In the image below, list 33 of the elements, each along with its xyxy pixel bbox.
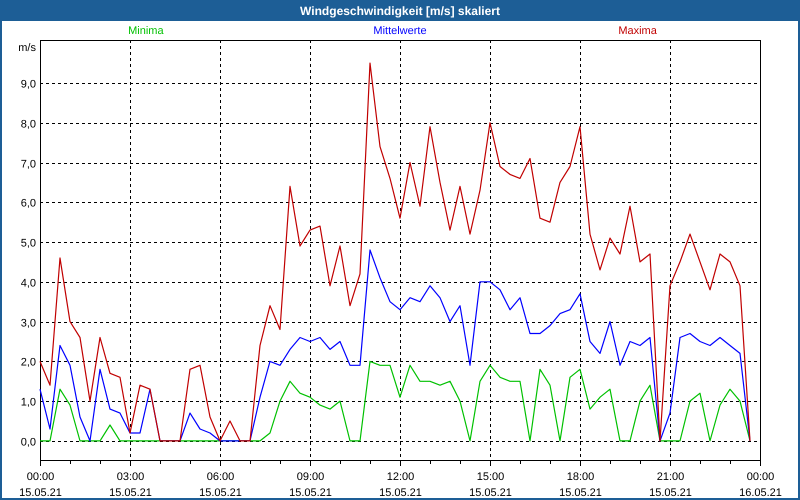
axis-tick-label: 8,0 xyxy=(20,118,36,130)
axis-tick-label: 06:00 xyxy=(206,471,234,483)
axis-tick-label: 09:00 xyxy=(296,471,324,483)
axis-tick-label: 0,0 xyxy=(20,436,36,448)
axis-tick-label: 03:00 xyxy=(116,471,144,483)
legend-label: Mittelwerte xyxy=(373,25,427,37)
legend-label: Maxima xyxy=(618,25,657,37)
window-title: Windgeschwindigkeit [m/s] skaliert xyxy=(300,2,500,20)
axis-tick-label: 2,0 xyxy=(20,356,36,368)
axis-tick-label: 00:00 xyxy=(746,471,774,483)
axis-tick-label: 3,0 xyxy=(20,318,36,330)
axis-tick-label: 15.05.21 xyxy=(469,487,512,498)
axis-label: m/s xyxy=(18,42,36,54)
axis-tick-label: 9,0 xyxy=(20,78,36,90)
legend-label: Minima xyxy=(128,25,164,37)
axis-tick-label: 00:00 xyxy=(26,471,54,483)
axis-tick-label: 12:00 xyxy=(386,471,414,483)
axis-tick-label: 15.05.21 xyxy=(289,487,332,498)
axis-tick-label: 15.05.21 xyxy=(649,487,692,498)
axis-tick-label: 1,0 xyxy=(20,396,36,408)
axis-tick-label: 5,0 xyxy=(20,238,36,250)
axis-tick-label: 15.05.21 xyxy=(379,487,422,498)
axis-tick-label: 21:00 xyxy=(656,471,684,483)
axis-tick-label: 15.05.21 xyxy=(19,487,62,498)
axis-tick-label: 15:00 xyxy=(476,471,504,483)
axis-tick-label: 6,0 xyxy=(20,198,36,210)
axis-tick-label: 18:00 xyxy=(566,471,594,483)
axis-tick-label: 15.05.21 xyxy=(109,487,152,498)
axis-tick-label: 15.05.21 xyxy=(199,487,242,498)
axis-tick-label: 4,0 xyxy=(20,278,36,290)
axis-tick-label: 16.05.21 xyxy=(739,487,782,498)
axis-tick-label: 7,0 xyxy=(20,158,36,170)
axis-tick-label: 15.05.21 xyxy=(559,487,602,498)
